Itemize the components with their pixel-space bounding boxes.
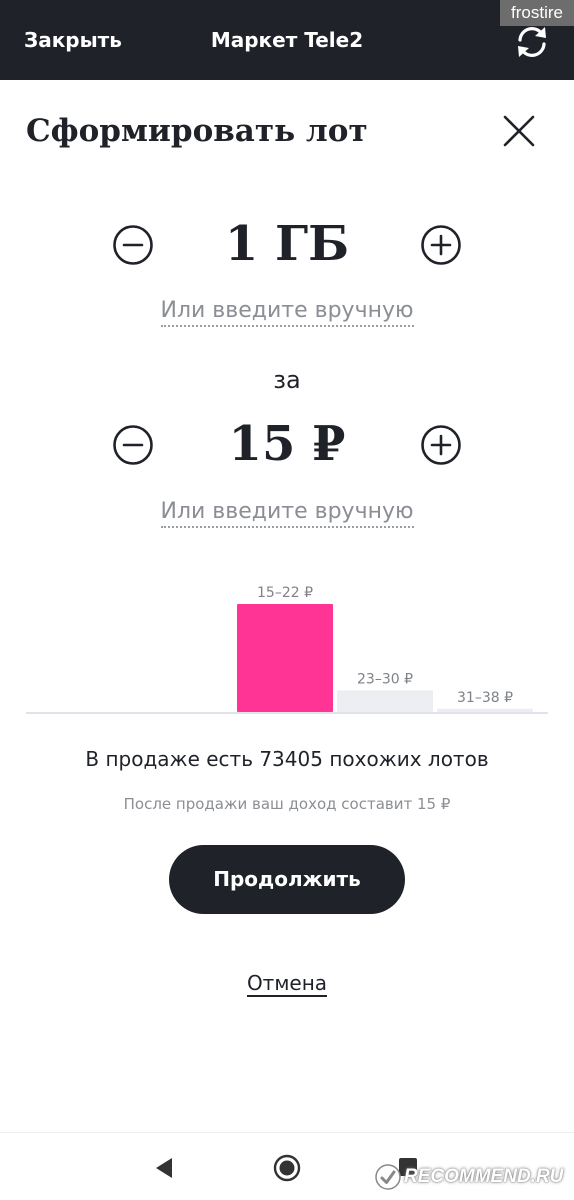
for-label: за (273, 366, 301, 394)
refresh-icon[interactable] (512, 22, 552, 62)
volume-manual-input-link: Или введите вручную (0, 296, 574, 327)
price-manual-link-text[interactable]: Или введите вручную (160, 499, 414, 528)
similar-lots-text: В продаже есть 73405 похожих лотов (85, 747, 489, 771)
home-circle-icon[interactable] (272, 1153, 302, 1183)
watermark-username: frostire (500, 0, 574, 26)
back-triangle-icon[interactable] (152, 1155, 178, 1181)
price-minus-icon[interactable] (112, 424, 154, 466)
chart-bar-1 (237, 604, 333, 712)
screen: Закрыть Маркет Tele2 frostire Сформирова… (0, 0, 574, 1200)
page-title: Сформировать лот (26, 113, 368, 149)
cancel-link: Отмена (0, 968, 574, 998)
volume-manual-link-text[interactable]: Или введите вручную (160, 298, 414, 327)
chart-bar-label-1: 15–22 ₽ (257, 585, 313, 601)
price-manual-input-link: Или введите вручную (0, 497, 574, 528)
close-app-link[interactable]: Закрыть (24, 26, 122, 54)
chart-bar-label-2: 23–30 ₽ (357, 671, 413, 687)
volume-plus-icon[interactable] (420, 224, 462, 266)
chart-bar-2 (337, 690, 433, 712)
volume-minus-icon[interactable] (112, 224, 154, 266)
chart-bar-label-3: 31–38 ₽ (457, 690, 513, 706)
continue-button[interactable]: Продолжить (169, 845, 405, 914)
watermark-site-text: RECOMMEND.RU (404, 1166, 564, 1187)
cancel-link-text[interactable]: Отмена (246, 971, 328, 997)
close-icon[interactable] (500, 112, 538, 150)
watermark-logo-icon (375, 1164, 401, 1190)
watermark-site: RECOMMEND.RU (374, 1160, 570, 1194)
price-distribution-chart: 15–22 ₽ 23–30 ₽ 31–38 ₽ (26, 585, 548, 714)
volume-value: 1 ГБ (224, 216, 350, 272)
chart-bar-3 (437, 708, 533, 712)
price-plus-icon[interactable] (420, 424, 462, 466)
top-bar: Закрыть Маркет Tele2 frostire (0, 0, 574, 80)
price-value: 15 ₽ (228, 416, 346, 472)
income-text: После продажи ваш доход составит 15 ₽ (123, 795, 451, 813)
